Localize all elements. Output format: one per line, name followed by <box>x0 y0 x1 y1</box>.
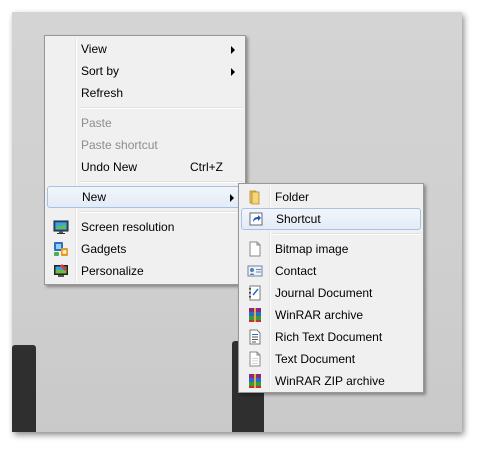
menu-separator <box>79 211 243 213</box>
new-submenu: Folder Shortcut Bitmap image Contact Jou… <box>238 183 424 393</box>
menu-item-label: Paste <box>81 116 112 130</box>
menu-item-label: Screen resolution <box>81 220 175 234</box>
menu-item-gadgets[interactable]: Gadgets <box>47 238 243 260</box>
menu-item-undo-new[interactable]: Undo New Ctrl+Z <box>47 156 243 178</box>
menu-item-label: View <box>81 42 107 56</box>
menu-item-sort-by[interactable]: Sort by <box>47 60 243 82</box>
submenu-arrow-icon <box>231 46 235 54</box>
submenu-item-label: Folder <box>275 190 310 204</box>
menu-item-personalize[interactable]: Personalize <box>47 260 243 282</box>
winrar-icon <box>247 307 263 323</box>
submenu-item-label: WinRAR ZIP archive <box>275 374 385 388</box>
menu-separator <box>273 233 421 235</box>
menu-item-label: Sort by <box>81 64 120 78</box>
submenu-item-journal-document[interactable]: Journal Document <box>241 282 421 304</box>
shortcut-icon <box>248 211 264 227</box>
gadgets-icon <box>53 241 69 257</box>
submenu-item-label: Text Document <box>275 352 356 366</box>
submenu-item-label: WinRAR archive <box>275 308 364 322</box>
submenu-item-text-document[interactable]: Text Document <box>241 348 421 370</box>
menu-separator <box>79 107 243 109</box>
submenu-item-label: Shortcut <box>276 212 321 226</box>
submenu-item-label: Bitmap image <box>275 242 349 256</box>
screen-resolution-icon <box>53 219 69 235</box>
submenu-item-winrar-zip-archive[interactable]: WinRAR ZIP archive <box>241 370 421 392</box>
menu-item-label: Gadgets <box>81 242 127 256</box>
menu-item-label: Personalize <box>81 264 144 278</box>
submenu-item-winrar-archive[interactable]: WinRAR archive <box>241 304 421 326</box>
submenu-item-label: Contact <box>275 264 317 278</box>
submenu-arrow-icon <box>230 194 234 202</box>
rich-text-icon <box>247 329 263 345</box>
dark-window-fragment-left <box>12 345 36 432</box>
keyboard-shortcut: Ctrl+Z <box>190 160 223 174</box>
submenu-item-bitmap-image[interactable]: Bitmap image <box>241 238 421 260</box>
submenu-item-label: Journal Document <box>275 286 373 300</box>
submenu-item-shortcut[interactable]: Shortcut <box>241 208 421 230</box>
menu-item-paste-shortcut: Paste shortcut <box>47 134 243 156</box>
submenu-item-rich-text-document[interactable]: Rich Text Document <box>241 326 421 348</box>
folder-icon <box>247 189 263 205</box>
submenu-item-contact[interactable]: Contact <box>241 260 421 282</box>
personalize-icon <box>53 263 69 279</box>
menu-item-screen-resolution[interactable]: Screen resolution <box>47 216 243 238</box>
menu-item-label: Paste shortcut <box>81 138 158 152</box>
menu-item-refresh[interactable]: Refresh <box>47 82 243 104</box>
contact-icon <box>247 263 263 279</box>
menu-item-label: New <box>82 190 107 204</box>
journal-icon <box>247 285 263 301</box>
menu-item-paste: Paste <box>47 112 243 134</box>
winrar-zip-icon <box>247 373 263 389</box>
bitmap-icon <box>247 241 263 257</box>
menu-item-new[interactable]: New <box>47 186 243 208</box>
text-document-icon <box>247 351 263 367</box>
menu-item-label: Undo New <box>81 160 138 174</box>
menu-item-view[interactable]: View <box>47 38 243 60</box>
menu-separator <box>79 181 243 183</box>
desktop-context-menu: View Sort by Refresh Paste Paste shortcu… <box>44 35 246 285</box>
menu-item-label: Refresh <box>81 86 124 100</box>
submenu-item-label: Rich Text Document <box>275 330 383 344</box>
submenu-item-folder[interactable]: Folder <box>241 186 421 208</box>
submenu-arrow-icon <box>231 68 235 76</box>
